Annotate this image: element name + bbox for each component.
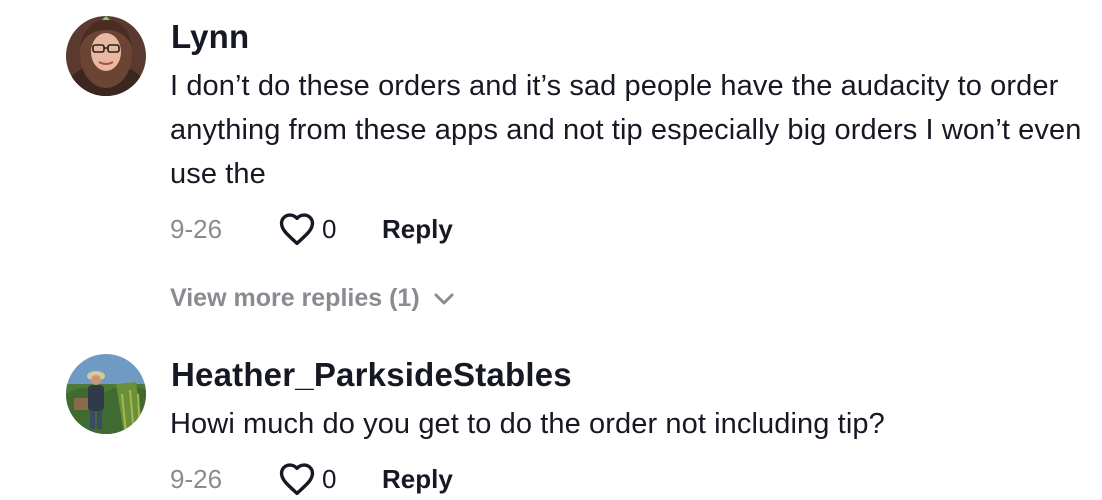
comment-username[interactable]: Heather_ParksideStables: [171, 356, 572, 394]
avatar-image: [66, 16, 146, 96]
comment-date: 9-26: [170, 463, 223, 494]
comment-date: 9-26: [170, 213, 223, 244]
comment-actions: 9-26 0 Reply: [170, 459, 453, 499]
avatar[interactable]: [66, 354, 146, 434]
reply-button[interactable]: Reply: [382, 214, 453, 245]
avatar-image: [66, 354, 146, 434]
like-button[interactable]: 0: [278, 462, 382, 496]
view-more-replies-label: View more replies (1): [170, 284, 420, 312]
comment-username[interactable]: Lynn: [171, 18, 249, 56]
comment-text: I don’t do these orders and it’s sad peo…: [170, 70, 1082, 190]
chevron-down-icon: [434, 293, 454, 304]
comment-text: Howi much do you get to do the order not…: [170, 408, 885, 440]
heart-outline-icon: [279, 463, 315, 496]
like-count: 0: [322, 463, 337, 494]
view-more-replies-button[interactable]: View more replies (1): [170, 284, 454, 313]
like-button[interactable]: 0: [278, 212, 382, 246]
avatar[interactable]: [66, 16, 146, 96]
comment-actions: 9-26 0 Reply: [170, 209, 453, 249]
reply-button[interactable]: Reply: [382, 464, 453, 495]
heart-outline-icon: [279, 213, 315, 246]
like-count: 0: [322, 213, 337, 244]
